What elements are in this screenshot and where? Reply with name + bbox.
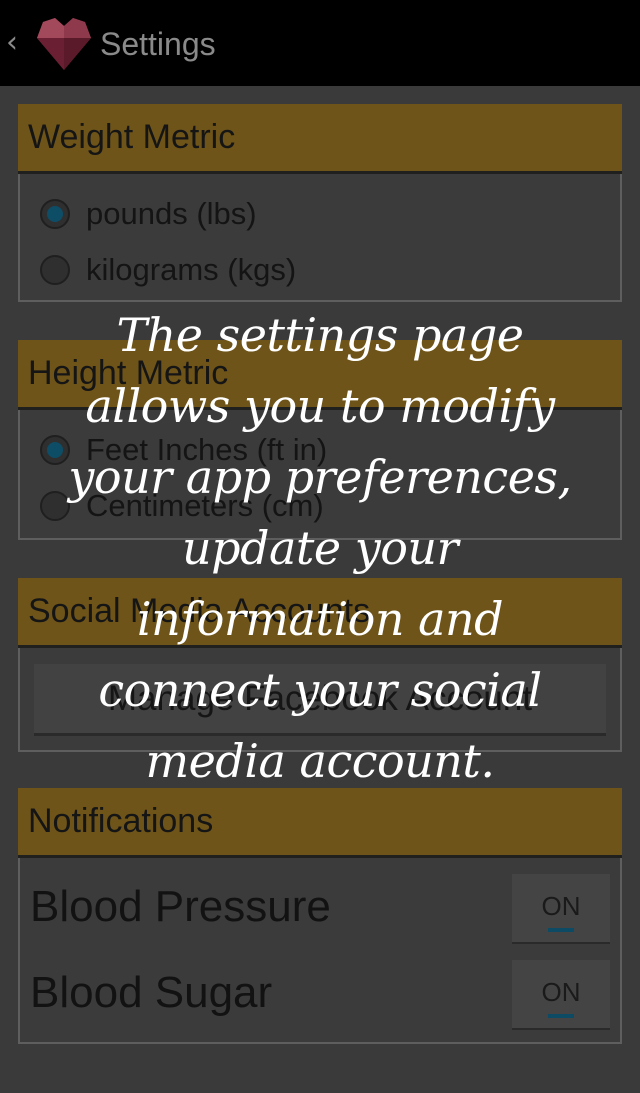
toggle-state: ON bbox=[541, 976, 581, 1007]
blood-pressure-toggle[interactable]: ON bbox=[512, 874, 610, 944]
blood-sugar-toggle[interactable]: ON bbox=[512, 960, 610, 1030]
notification-row-blood-sugar: Blood Sugar ON bbox=[30, 960, 610, 1040]
notifications-group: Blood Pressure ON Blood Sugar ON bbox=[18, 858, 622, 1044]
overlay-line: your app preferences, bbox=[68, 450, 572, 504]
action-bar: ‹ Settings bbox=[0, 0, 640, 86]
radio-option-kilograms[interactable]: kilograms (kgs) bbox=[40, 252, 296, 288]
radio-label: pounds (lbs) bbox=[86, 196, 257, 231]
radio-option-pounds[interactable]: pounds (lbs) bbox=[40, 196, 257, 232]
toggle-indicator bbox=[548, 1013, 574, 1018]
notification-label: Blood Pressure bbox=[30, 882, 331, 931]
overlay-line: connect your social bbox=[98, 663, 542, 717]
radio-button-checked[interactable] bbox=[40, 199, 70, 229]
overlay-line: media account. bbox=[145, 734, 495, 788]
toggle-state: ON bbox=[541, 890, 581, 921]
overlay-line: update your bbox=[181, 521, 459, 575]
weight-metric-group: pounds (lbs) kilograms (kgs) bbox=[18, 174, 622, 302]
toggle-indicator bbox=[548, 927, 574, 932]
section-header-weight-metric: Weight Metric bbox=[18, 104, 622, 174]
tutorial-overlay-text: The settings page allows you to modify y… bbox=[60, 300, 580, 797]
radio-label: kilograms (kgs) bbox=[86, 252, 297, 287]
overlay-line: allows you to modify bbox=[85, 379, 555, 433]
overlay-line: information and bbox=[136, 592, 504, 646]
chevron-left-icon[interactable]: ‹ bbox=[6, 26, 18, 60]
section-header-notifications: Notifications bbox=[18, 788, 622, 858]
radio-button[interactable] bbox=[40, 255, 70, 285]
notification-label: Blood Sugar bbox=[30, 968, 273, 1017]
notification-row-blood-pressure: Blood Pressure ON bbox=[30, 874, 610, 954]
page-title: Settings bbox=[100, 26, 216, 62]
overlay-line: The settings page bbox=[116, 308, 524, 362]
heart-gem-icon[interactable] bbox=[33, 12, 95, 74]
